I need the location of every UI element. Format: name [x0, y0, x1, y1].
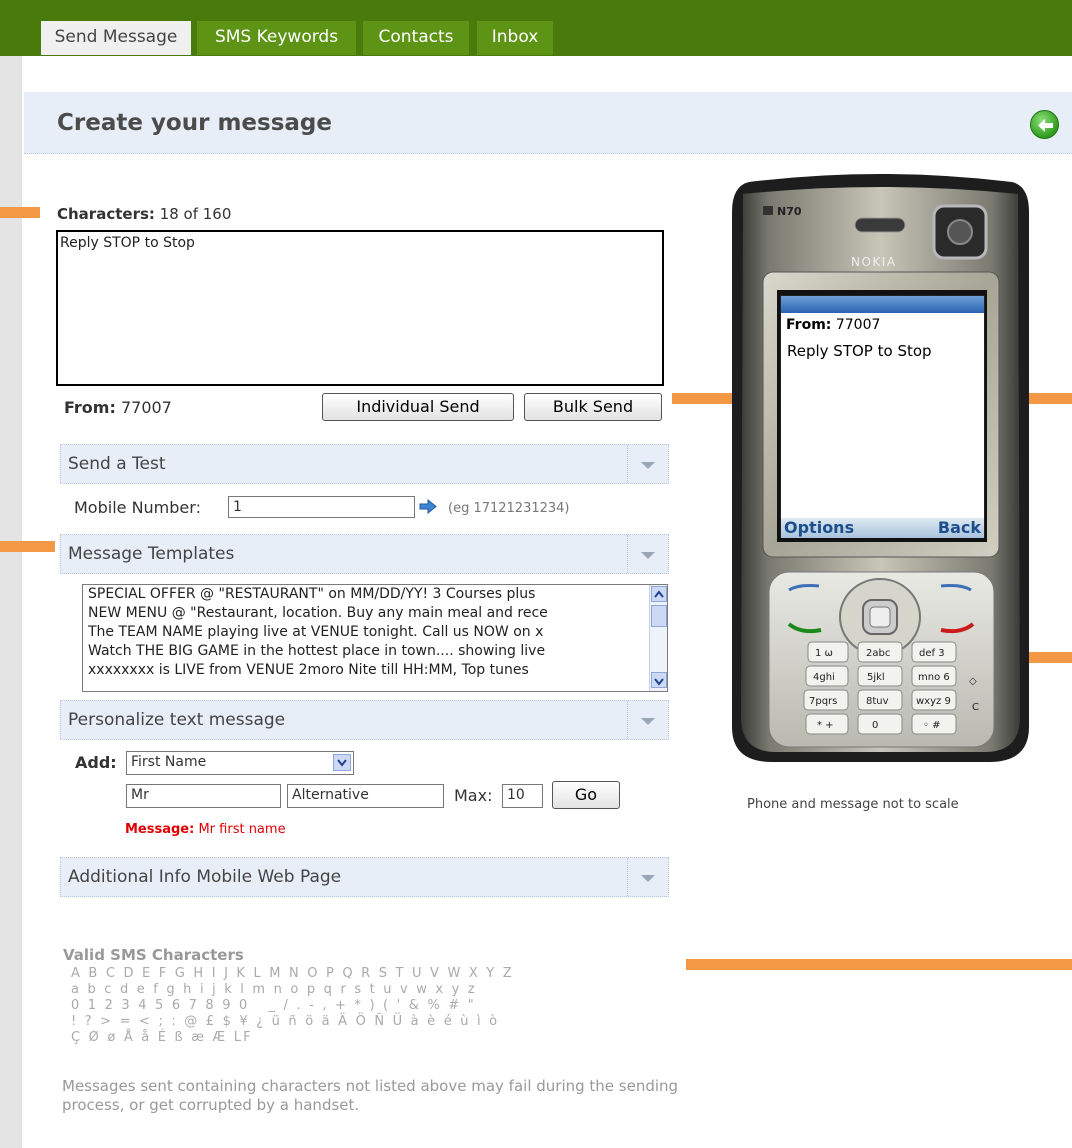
add-label: Add:	[75, 753, 117, 772]
back-softkey: Back	[937, 518, 981, 537]
list-item[interactable]: The TEAM NAME playing live at VENUE toni…	[83, 623, 648, 642]
scrollbar[interactable]	[649, 585, 667, 691]
section-title: Message Templates	[68, 544, 235, 564]
svg-text:mno 6: mno 6	[918, 672, 950, 683]
back-arrow-icon[interactable]	[1030, 110, 1059, 139]
additional-info-section[interactable]: Additional Info Mobile Web Page	[60, 857, 669, 897]
svg-text:◇: ◇	[969, 676, 977, 687]
character-count: Characters: 18 of 160	[57, 205, 231, 223]
callout-line	[0, 207, 40, 218]
valid-chars-row: 0 1 2 3 4 5 6 7 8 9 0 _ / . - , + * ) ( …	[71, 998, 476, 1013]
section-title: Send a Test	[68, 454, 166, 474]
svg-text:◦ #: ◦ #	[923, 720, 940, 731]
chevron-down-icon[interactable]	[627, 701, 668, 739]
message-preview: Message: Mr first name	[125, 822, 286, 837]
individual-send-button[interactable]: Individual Send	[322, 393, 514, 421]
character-count-label: Characters:	[57, 205, 155, 223]
callout-line	[686, 959, 1072, 970]
alternative-input[interactable]: Alternative	[287, 784, 444, 808]
message-templates-section[interactable]: Message Templates	[60, 534, 669, 574]
svg-text:C: C	[972, 702, 979, 713]
from-label: From:	[64, 398, 116, 417]
callout-line	[0, 541, 55, 552]
page-title: Create your message	[57, 110, 332, 136]
from-line: From: 77007	[64, 398, 172, 417]
list-item[interactable]: SPECIAL OFFER @ "RESTAURANT" on MM/DD/YY…	[83, 585, 648, 604]
svg-text:4ghi: 4ghi	[813, 672, 835, 683]
chevron-down-icon[interactable]	[333, 754, 351, 771]
message-textarea[interactable]: Reply STOP to Stop	[56, 230, 664, 386]
svg-text:2abc: 2abc	[866, 648, 890, 659]
svg-text:7pqrs: 7pqrs	[809, 696, 837, 707]
valid-chars-title: Valid SMS Characters	[63, 946, 244, 964]
valid-chars-row: a b c d e f g h i j k l m n o p q r s t …	[71, 982, 477, 997]
list-item[interactable]: Watch THE BIG GAME in the hottest place …	[83, 642, 648, 661]
tab-send-message[interactable]: Send Message	[40, 20, 192, 56]
scroll-down-icon[interactable]	[651, 672, 667, 688]
screen-from-label: From:	[786, 317, 832, 333]
mobile-number-example: (eg 17121231234)	[448, 501, 570, 516]
message-preview-label: Message:	[125, 822, 195, 837]
svg-text:8tuv: 8tuv	[866, 696, 889, 707]
list-item[interactable]: xxxxxxxx is LIVE from VENUE 2moro Nite t…	[83, 661, 648, 680]
tab-contacts[interactable]: Contacts	[362, 20, 470, 56]
field-select-value: First Name	[131, 754, 207, 770]
svg-text:wxyz 9: wxyz 9	[916, 696, 951, 707]
svg-text:def 3: def 3	[919, 648, 945, 659]
message-preview-value: Mr first name	[198, 822, 286, 837]
svg-text:5jkl: 5jkl	[867, 672, 885, 683]
go-button[interactable]: Go	[552, 781, 620, 809]
send-test-section[interactable]: Send a Test	[60, 444, 669, 484]
mobile-number-input[interactable]: 1	[228, 496, 415, 518]
valid-chars-row: A B C D E F G H I J K L M N O P Q R S T …	[71, 966, 514, 981]
prefix-input[interactable]: Mr	[126, 784, 281, 808]
tab-sms-keywords[interactable]: SMS Keywords	[196, 20, 357, 56]
chevron-down-icon[interactable]	[627, 445, 668, 483]
list-item[interactable]: NEW MENU @ "Restaurant, location. Buy an…	[83, 604, 648, 623]
field-select[interactable]: First Name	[126, 751, 354, 775]
personalize-section[interactable]: Personalize text message	[60, 700, 669, 740]
valid-chars-warning: Messages sent containing characters not …	[62, 1077, 679, 1114]
section-title: Personalize text message	[68, 710, 286, 730]
scroll-thumb[interactable]	[651, 605, 667, 627]
screen-message: Reply STOP to Stop	[787, 342, 932, 360]
chevron-down-icon[interactable]	[627, 535, 668, 573]
phone-status-bar	[781, 296, 984, 313]
mobile-number-label: Mobile Number:	[74, 498, 201, 517]
phone-screen: From: 77007 Reply STOP to Stop Options B…	[780, 295, 985, 538]
chevron-down-icon[interactable]	[627, 858, 668, 896]
phone-caption: Phone and message not to scale	[747, 797, 959, 812]
svg-text:* +: * +	[817, 720, 834, 731]
scroll-up-icon[interactable]	[651, 586, 667, 602]
valid-chars-row: Ç Ø ø Å å É ß æ Æ LF	[71, 1030, 253, 1045]
callout-line	[1028, 652, 1072, 663]
send-arrow-icon[interactable]	[419, 499, 437, 514]
screen-from-value: 77007	[835, 317, 881, 333]
svg-text:N70: N70	[777, 205, 802, 218]
tab-inbox[interactable]: Inbox	[476, 20, 554, 56]
options-softkey: Options	[784, 518, 855, 537]
screen-from: From: 77007	[786, 317, 880, 333]
svg-text:0: 0	[872, 720, 878, 731]
templates-listbox[interactable]: SPECIAL OFFER @ "RESTAURANT" on MM/DD/YY…	[82, 584, 668, 692]
from-value: 77007	[120, 398, 172, 417]
valid-chars-row: ! ? > = < ; : @ £ $ ¥ ¿ ü ñ ö ä Ä Ö Ñ Ü …	[71, 1014, 500, 1029]
max-input[interactable]: 10	[502, 784, 543, 808]
character-count-value: 18 of 160	[159, 205, 232, 223]
left-rail	[0, 56, 22, 1148]
phone-softkey-bar: Options Back	[781, 518, 984, 538]
max-label: Max:	[454, 786, 493, 805]
svg-text:1 ω: 1 ω	[815, 648, 833, 659]
svg-text:NOKIA: NOKIA	[851, 255, 897, 269]
bulk-send-button[interactable]: Bulk Send	[524, 393, 662, 421]
section-title: Additional Info Mobile Web Page	[68, 867, 342, 887]
